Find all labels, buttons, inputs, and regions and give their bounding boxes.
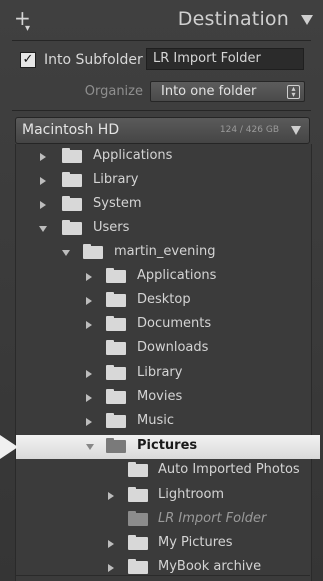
folder-icon xyxy=(62,148,82,163)
panel-header[interactable]: + ▾ Destination xyxy=(0,0,323,40)
destination-panel: + ▾ Destination ✓ Into Subfolder LR Impor… xyxy=(0,0,323,581)
disclosure-triangle-icon[interactable] xyxy=(86,321,92,329)
folder-icon xyxy=(106,389,126,404)
folder-label: System xyxy=(93,196,142,211)
subfolder-name-input[interactable]: LR Import Folder xyxy=(146,48,304,70)
folder-label: martin_evening xyxy=(114,244,216,259)
tree-row[interactable]: martin_evening xyxy=(0,241,323,265)
folder-label: Lightroom xyxy=(158,487,225,502)
panel-title[interactable]: Destination xyxy=(178,8,289,30)
folder-label: LR Import Folder xyxy=(158,511,267,526)
plus-icon[interactable]: + ▾ xyxy=(14,8,36,34)
folder-icon xyxy=(106,316,126,331)
into-subfolder-row: ✓ Into Subfolder xyxy=(20,49,143,71)
folder-label: Downloads xyxy=(137,340,209,355)
folder-label: Music xyxy=(137,413,174,428)
triangle-down-icon[interactable] xyxy=(291,126,301,135)
tree-row-selected[interactable]: Pictures xyxy=(0,435,323,459)
tree-row[interactable]: Auto Imported Photos xyxy=(0,459,323,483)
folder-icon xyxy=(106,340,126,355)
tree-row[interactable]: Lightroom xyxy=(0,484,323,508)
folder-label: Users xyxy=(93,220,130,235)
folder-icon xyxy=(128,559,148,574)
up-down-arrows-icon: ▴ ▾ xyxy=(287,85,300,99)
disclosure-triangle-icon[interactable] xyxy=(40,201,46,209)
tree-row[interactable]: MyBook archive xyxy=(0,556,323,580)
disclosure-triangle-icon[interactable] xyxy=(108,492,114,500)
folder-icon xyxy=(128,487,148,502)
folder-icon xyxy=(62,220,82,235)
folder-label: Desktop xyxy=(137,292,191,307)
organize-label: Organize xyxy=(84,84,143,99)
disclosure-triangle-icon[interactable] xyxy=(40,177,46,185)
disclosure-triangle-icon[interactable] xyxy=(86,394,92,402)
tree-row[interactable]: Desktop xyxy=(0,289,323,313)
folder-icon xyxy=(106,268,126,283)
tree-row[interactable]: Downloads xyxy=(0,337,323,361)
folder-label: Library xyxy=(93,172,139,187)
tree-row[interactable]: Library xyxy=(0,362,323,386)
folder-label: Auto Imported Photos xyxy=(158,462,300,477)
disclosure-triangle-icon[interactable] xyxy=(86,370,92,378)
disclosure-triangle-icon[interactable] xyxy=(40,153,46,161)
tree-row[interactable]: Documents xyxy=(0,313,323,337)
disclosure-triangle-icon[interactable] xyxy=(62,250,70,256)
organize-selected-value: Into one folder xyxy=(161,84,257,99)
folder-icon xyxy=(62,196,82,211)
triangle-down-icon[interactable] xyxy=(301,15,313,25)
folder-icon xyxy=(106,365,126,380)
tree-row[interactable]: Library xyxy=(0,169,323,193)
disclosure-triangle-icon[interactable] xyxy=(86,273,92,281)
folder-icon xyxy=(128,462,148,477)
folder-label: Applications xyxy=(93,148,173,163)
folder-icon xyxy=(83,244,103,259)
tree-row[interactable]: Applications xyxy=(0,145,323,169)
folder-label: Documents xyxy=(137,316,212,331)
tree-row[interactable]: System xyxy=(0,193,323,217)
tree-row[interactable]: Users xyxy=(0,217,323,241)
disclosure-triangle-icon[interactable] xyxy=(86,444,94,450)
folder-icon xyxy=(128,535,148,550)
folder-label: My Pictures xyxy=(158,535,233,550)
organize-select[interactable]: Into one folder ▴ ▾ xyxy=(150,81,305,102)
tree-bottom-edge xyxy=(15,575,310,576)
new-folder-icon xyxy=(128,511,148,526)
tree-row-pending[interactable]: LR Import Folder xyxy=(0,508,323,532)
tree-row[interactable]: Movies xyxy=(0,386,323,410)
folder-label: Movies xyxy=(137,389,183,404)
tree-row[interactable]: Music xyxy=(0,410,323,434)
volume-header[interactable]: Macintosh HD 124 / 426 GB xyxy=(15,117,310,144)
disclosure-triangle-icon[interactable] xyxy=(108,540,114,548)
folder-label: MyBook archive xyxy=(158,559,262,574)
folder-icon xyxy=(106,438,126,453)
options-divider xyxy=(12,110,311,111)
folder-icon xyxy=(106,292,126,307)
header-divider xyxy=(12,40,311,41)
disclosure-triangle-icon[interactable] xyxy=(86,418,92,426)
folder-icon xyxy=(62,172,82,187)
volume-size: 124 / 426 GB xyxy=(219,125,279,135)
tree-row[interactable]: My Pictures xyxy=(0,532,323,556)
folder-icon xyxy=(106,413,126,428)
folder-label: Applications xyxy=(137,268,217,283)
disclosure-triangle-icon[interactable] xyxy=(86,297,92,305)
into-subfolder-label: Into Subfolder xyxy=(44,52,143,68)
folder-label: Library xyxy=(137,365,183,380)
tree-row[interactable]: Applications xyxy=(0,265,323,289)
volume-name: Macintosh HD xyxy=(22,122,120,138)
into-subfolder-checkbox[interactable]: ✓ xyxy=(20,52,36,68)
disclosure-triangle-icon[interactable] xyxy=(108,564,114,572)
disclosure-triangle-icon[interactable] xyxy=(39,226,47,232)
folder-label: Pictures xyxy=(137,438,198,453)
destination-pointer-icon xyxy=(0,435,18,459)
